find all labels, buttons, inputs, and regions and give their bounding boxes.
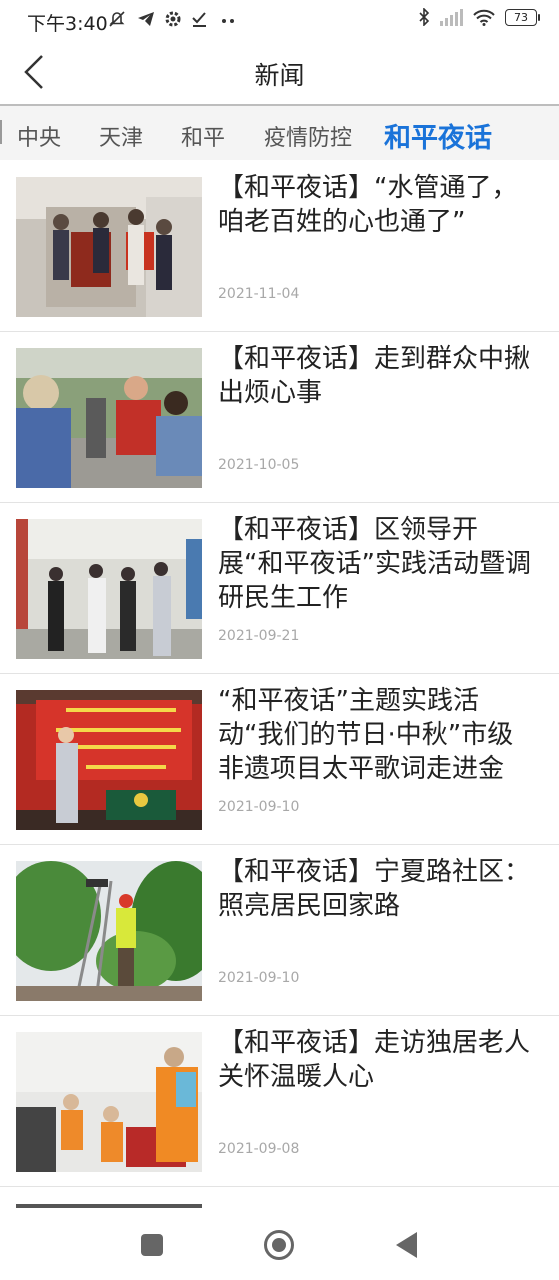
status-time: 下午3:40 bbox=[27, 13, 108, 35]
news-date: 2021-09-10 bbox=[218, 799, 300, 815]
news-title: 【和平夜话】走到群众中揪出烦心事 bbox=[218, 344, 531, 408]
tab-heping[interactable]: 和平 bbox=[181, 120, 225, 152]
news-title: 【和平夜话】走访独居老人 关怀温暖人心 bbox=[218, 1028, 531, 1092]
tab-heping-night-talk[interactable]: 和平夜话 bbox=[384, 116, 492, 155]
news-item[interactable]: 【和平夜话】区领导开展“和平夜话”实践活动暨调研民生工作 2021-09-21 bbox=[0, 503, 559, 674]
news-date: 2021-11-04 bbox=[218, 286, 300, 302]
news-title: “和平夜话”主题实践活动“我们的节日·中秋”市级非遗项目太平歌词走进金泉… bbox=[218, 686, 514, 784]
status-bar: 下午3:40 73 bbox=[0, 0, 559, 42]
bluetooth-icon bbox=[419, 8, 430, 26]
tab-tianjin[interactable]: 天津 bbox=[99, 120, 143, 152]
news-date: 2021-09-08 bbox=[218, 1141, 300, 1157]
news-thumbnail bbox=[16, 1032, 202, 1172]
news-thumbnail bbox=[16, 177, 202, 317]
news-title: 【和平夜话】“水管通了，咱老百姓的心也通了” bbox=[218, 173, 518, 237]
mute-icon bbox=[109, 11, 125, 27]
news-item[interactable]: 【和平夜话】“水管通了，咱老百姓的心也通了” 2021-11-04 bbox=[0, 161, 559, 332]
news-thumbnail bbox=[16, 861, 202, 1001]
recent-apps-button[interactable] bbox=[141, 1234, 163, 1256]
news-item[interactable]: 【和平夜话】走访独居老人 关怀温暖人心 2021-09-08 bbox=[0, 1016, 559, 1187]
news-thumbnail bbox=[16, 690, 202, 830]
news-thumbnail bbox=[16, 348, 202, 488]
battery-icon: 73 bbox=[505, 8, 540, 26]
signal-icon bbox=[440, 8, 463, 26]
system-back-button[interactable] bbox=[396, 1232, 417, 1258]
news-date: 2021-09-10 bbox=[218, 970, 300, 986]
news-thumbnail bbox=[16, 519, 202, 659]
news-item[interactable]: 【和平夜话】走到群众中揪出烦心事 2021-10-05 bbox=[0, 332, 559, 503]
home-button[interactable] bbox=[264, 1230, 294, 1260]
category-tabs: 中央 天津 和平 疫情防控 和平夜话 bbox=[0, 106, 559, 160]
system-nav-bar bbox=[0, 1208, 559, 1280]
check-icon bbox=[192, 12, 206, 27]
news-item[interactable]: “和平夜话”主题实践活动“我们的节日·中秋”市级非遗项目太平歌词走进金泉… 20… bbox=[0, 674, 559, 845]
app-header: 新闻 bbox=[0, 42, 559, 104]
more-dots-icon bbox=[222, 19, 234, 23]
tab-scroll-edge bbox=[0, 120, 2, 144]
news-date: 2021-09-21 bbox=[218, 628, 300, 644]
page-title: 新闻 bbox=[254, 61, 305, 90]
tab-zhongyang[interactable]: 中央 bbox=[17, 120, 61, 152]
wifi-icon bbox=[473, 9, 495, 26]
tab-epidemic-control[interactable]: 疫情防控 bbox=[264, 120, 352, 152]
news-date: 2021-10-05 bbox=[218, 457, 300, 473]
news-title: 【和平夜话】区领导开展“和平夜话”实践活动暨调研民生工作 bbox=[218, 515, 531, 613]
news-title: 【和平夜话】宁夏路社区：照亮居民回家路 bbox=[218, 857, 531, 921]
news-item[interactable]: 【和平夜话】宁夏路社区：照亮居民回家路 2021-09-10 bbox=[0, 845, 559, 1016]
telegram-icon bbox=[138, 12, 154, 26]
gear-icon bbox=[165, 11, 181, 27]
